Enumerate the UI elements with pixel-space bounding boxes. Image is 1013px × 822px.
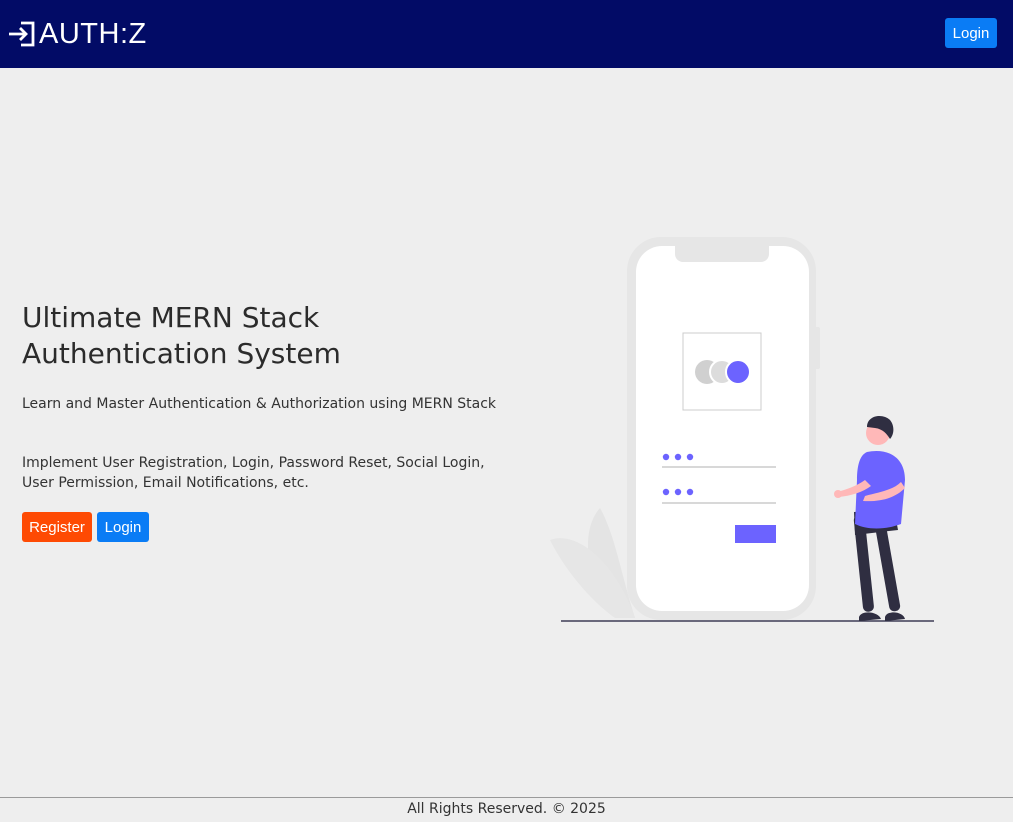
hero-title: Ultimate MERN Stack Authentication Syste… <box>22 300 492 372</box>
footer: All Rights Reserved. © 2025 <box>0 797 1013 822</box>
brand-name: AUTH:Z <box>39 18 147 50</box>
person-figure <box>834 415 905 621</box>
header-login-button[interactable]: Login <box>945 18 997 48</box>
login-button[interactable]: Login <box>97 512 149 542</box>
hero-title-line-1: Ultimate MERN Stack <box>22 301 320 334</box>
phone-mockup <box>627 237 820 620</box>
register-button[interactable]: Register <box>22 512 92 542</box>
hero-title-line-2: Authentication System <box>22 337 341 370</box>
brand-logo[interactable]: AUTH:Z <box>8 18 147 50</box>
hero-description: Learn and Master Authentication & Author… <box>22 396 497 412</box>
hero-features: Implement User Registration, Login, Pass… <box>22 455 485 491</box>
top-navbar: AUTH:Z Login <box>0 0 1013 68</box>
copyright-text: All Rights Reserved. © 2025 <box>407 801 606 817</box>
login-arrow-icon <box>8 19 38 49</box>
login-illustration <box>550 237 934 622</box>
